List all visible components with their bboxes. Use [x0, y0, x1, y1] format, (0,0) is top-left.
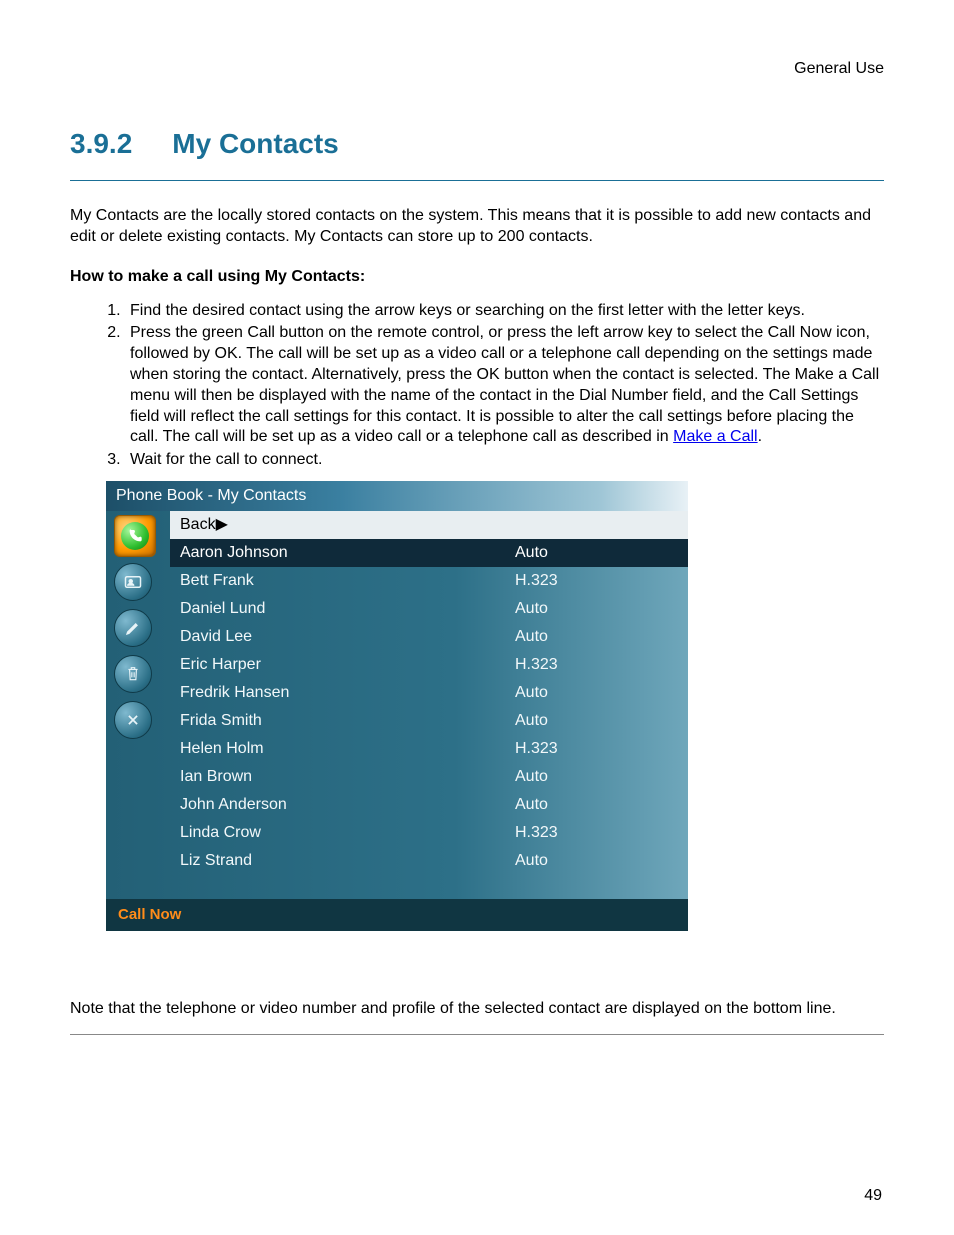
- page-number: 49: [864, 1187, 882, 1205]
- contact-row[interactable]: John AndersonAuto: [170, 791, 688, 819]
- contact-name: Frida Smith: [180, 710, 515, 732]
- make-a-call-link[interactable]: Make a Call: [673, 428, 757, 445]
- how-to-subhead: How to make a call using My Contacts:: [70, 268, 884, 286]
- contact-row[interactable]: Fredrik HansenAuto: [170, 679, 688, 707]
- contact-row[interactable]: Frida SmithAuto: [170, 707, 688, 735]
- step-2-text-b: .: [758, 428, 762, 445]
- new-contact-icon[interactable]: [114, 563, 152, 601]
- contact-protocol: Auto: [515, 794, 674, 816]
- close-icon[interactable]: [114, 701, 152, 739]
- back-label: Back▶: [180, 514, 515, 536]
- heading-rule: [70, 180, 884, 181]
- step-3: Wait for the call to connect.: [125, 450, 884, 471]
- contact-name: Fredrik Hansen: [180, 682, 515, 704]
- contact-protocol: H.323: [515, 654, 674, 676]
- contact-name: Ian Brown: [180, 766, 515, 788]
- contact-row[interactable]: Liz StrandAuto: [170, 847, 688, 875]
- step-2: Press the green Call button on the remot…: [125, 323, 884, 448]
- phonebook-footer: Call Now: [106, 899, 688, 931]
- back-row[interactable]: Back▶: [170, 511, 688, 539]
- contact-name: Linda Crow: [180, 822, 515, 844]
- contact-name: Daniel Lund: [180, 598, 515, 620]
- call-now-icon[interactable]: [114, 515, 156, 557]
- contact-protocol: H.323: [515, 570, 674, 592]
- contact-name: John Anderson: [180, 794, 515, 816]
- contact-row[interactable]: Eric HarperH.323: [170, 651, 688, 679]
- steps-list: Find the desired contact using the arrow…: [70, 301, 884, 471]
- note-paragraph: Note that the telephone or video number …: [70, 999, 884, 1026]
- contact-name: Bett Frank: [180, 570, 515, 592]
- edit-contact-icon[interactable]: [114, 609, 152, 647]
- delete-contact-icon[interactable]: [114, 655, 152, 693]
- phonebook-title: Phone Book - My Contacts: [106, 481, 688, 511]
- contact-name: David Lee: [180, 626, 515, 648]
- contact-name: Aaron Johnson: [180, 542, 515, 564]
- step-2-text-a: Press the green Call button on the remot…: [130, 324, 879, 445]
- contact-protocol: Auto: [515, 682, 674, 704]
- contact-protocol: Auto: [515, 710, 674, 732]
- contact-row[interactable]: Linda CrowH.323: [170, 819, 688, 847]
- section-number: 3.9.2: [70, 128, 132, 160]
- contact-name: Liz Strand: [180, 850, 515, 872]
- list-padding: [170, 875, 688, 899]
- bottom-rule: [70, 1034, 884, 1035]
- contact-name: Helen Holm: [180, 738, 515, 760]
- section-heading: 3.9.2 My Contacts: [70, 128, 884, 160]
- contact-protocol: H.323: [515, 822, 674, 844]
- phonebook-sidebar: [106, 511, 170, 899]
- contact-row[interactable]: Bett FrankH.323: [170, 567, 688, 595]
- contact-row[interactable]: Aaron JohnsonAuto: [170, 539, 688, 567]
- section-title-text: My Contacts: [172, 128, 338, 159]
- contact-name: Eric Harper: [180, 654, 515, 676]
- contact-row[interactable]: David LeeAuto: [170, 623, 688, 651]
- contact-row[interactable]: Daniel LundAuto: [170, 595, 688, 623]
- contact-protocol: H.323: [515, 738, 674, 760]
- contact-protocol: Auto: [515, 542, 674, 564]
- step-1: Find the desired contact using the arrow…: [125, 301, 884, 322]
- contact-row[interactable]: Helen HolmH.323: [170, 735, 688, 763]
- contact-protocol: Auto: [515, 766, 674, 788]
- contact-protocol: Auto: [515, 626, 674, 648]
- contact-protocol: Auto: [515, 850, 674, 872]
- phonebook-screenshot: Phone Book - My Contacts: [106, 481, 688, 931]
- contact-list: Back▶ Aaron JohnsonAutoBett FrankH.323Da…: [170, 511, 688, 899]
- contact-protocol: Auto: [515, 598, 674, 620]
- contact-row[interactable]: Ian BrownAuto: [170, 763, 688, 791]
- intro-paragraph: My Contacts are the locally stored conta…: [70, 206, 884, 248]
- header-section: General Use: [70, 60, 884, 78]
